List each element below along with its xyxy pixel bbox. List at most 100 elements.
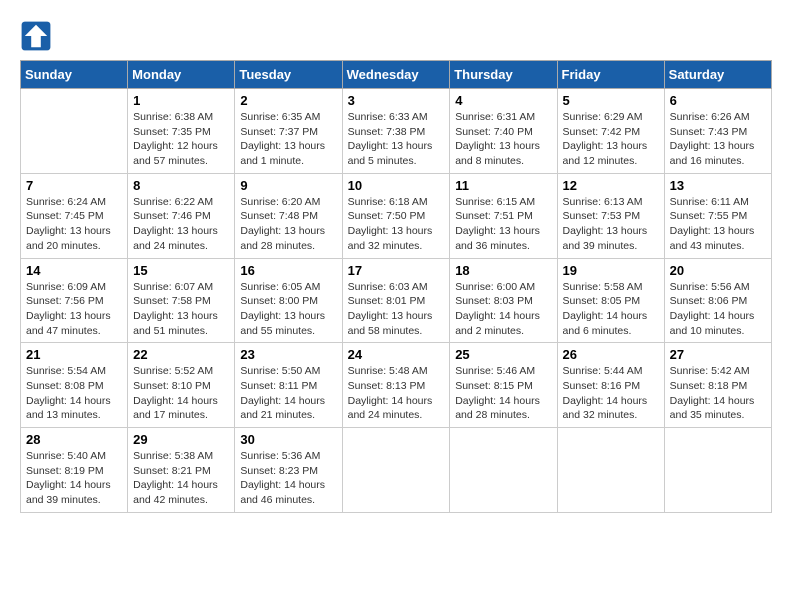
- calendar-cell: 26 Sunrise: 5:44 AM Sunset: 8:16 PM Dayli…: [557, 343, 664, 428]
- day-number: 15: [133, 263, 229, 278]
- calendar-table: SundayMondayTuesdayWednesdayThursdayFrid…: [20, 60, 772, 513]
- calendar-cell: 19 Sunrise: 5:58 AM Sunset: 8:05 PM Dayli…: [557, 258, 664, 343]
- cell-text: Sunrise: 5:42 AM Sunset: 8:18 PM Dayligh…: [670, 365, 755, 421]
- cell-text: Sunrise: 6:26 AM Sunset: 7:43 PM Dayligh…: [670, 111, 755, 167]
- calendar-cell: [342, 428, 450, 513]
- calendar-cell: 6 Sunrise: 6:26 AM Sunset: 7:43 PM Daylig…: [664, 89, 771, 174]
- calendar-cell: 14 Sunrise: 6:09 AM Sunset: 7:56 PM Dayli…: [21, 258, 128, 343]
- calendar-cell: 3 Sunrise: 6:33 AM Sunset: 7:38 PM Daylig…: [342, 89, 450, 174]
- calendar-week-row: 28Sunrise: 5:40 AM Sunset: 8:19 PM Dayli…: [21, 428, 772, 513]
- day-number: 17: [348, 263, 445, 278]
- calendar-cell: 8 Sunrise: 6:22 AM Sunset: 7:46 PM Daylig…: [128, 173, 235, 258]
- calendar-cell: 21 Sunrise: 5:54 AM Sunset: 8:08 PM Dayli…: [21, 343, 128, 428]
- day-number: 14: [26, 263, 122, 278]
- day-number: 1: [133, 93, 229, 108]
- cell-text: Sunrise: 5:54 AM Sunset: 8:08 PM Dayligh…: [26, 365, 111, 421]
- logo-icon: [20, 20, 52, 52]
- calendar-cell: 20 Sunrise: 5:56 AM Sunset: 8:06 PM Dayli…: [664, 258, 771, 343]
- cell-text: Sunrise: 5:58 AM Sunset: 8:05 PM Dayligh…: [563, 281, 648, 337]
- calendar-header-sunday: Sunday: [21, 61, 128, 89]
- cell-text: Sunrise: 6:38 AM Sunset: 7:35 PM Dayligh…: [133, 111, 218, 167]
- day-number: 2: [240, 93, 336, 108]
- calendar-cell: 29 Sunrise: 5:38 AM Sunset: 8:21 PM Dayli…: [128, 428, 235, 513]
- cell-text: Sunrise: 6:03 AM Sunset: 8:01 PM Dayligh…: [348, 281, 433, 337]
- calendar-cell: 18Sunrise: 6:00 AM Sunset: 8:03 PM Dayli…: [450, 258, 557, 343]
- day-number: 28: [26, 432, 122, 447]
- calendar-cell: 11Sunrise: 6:15 AM Sunset: 7:51 PM Dayli…: [450, 173, 557, 258]
- day-number: 8: [133, 178, 229, 193]
- cell-text: Sunrise: 5:50 AM Sunset: 8:11 PM Dayligh…: [240, 365, 325, 421]
- calendar-week-row: 1 Sunrise: 6:38 AM Sunset: 7:35 PM Daylig…: [21, 89, 772, 174]
- cell-text: Sunrise: 6:09 AM Sunset: 7:56 PM Dayligh…: [26, 281, 111, 337]
- calendar-cell: 9Sunrise: 6:20 AM Sunset: 7:48 PM Daylig…: [235, 173, 342, 258]
- page-header: [20, 20, 772, 52]
- calendar-cell: 16 Sunrise: 6:05 AM Sunset: 8:00 PM Dayli…: [235, 258, 342, 343]
- cell-text: Sunrise: 6:33 AM Sunset: 7:38 PM Dayligh…: [348, 111, 433, 167]
- calendar-cell: 15Sunrise: 6:07 AM Sunset: 7:58 PM Dayli…: [128, 258, 235, 343]
- calendar-cell: 30 Sunrise: 5:36 AM Sunset: 8:23 PM Dayli…: [235, 428, 342, 513]
- day-number: 20: [670, 263, 766, 278]
- day-number: 12: [563, 178, 659, 193]
- calendar-cell: 13Sunrise: 6:11 AM Sunset: 7:55 PM Dayli…: [664, 173, 771, 258]
- calendar-header-thursday: Thursday: [450, 61, 557, 89]
- day-number: 7: [26, 178, 122, 193]
- day-number: 19: [563, 263, 659, 278]
- cell-text: Sunrise: 5:46 AM Sunset: 8:15 PM Dayligh…: [455, 365, 540, 421]
- cell-text: Sunrise: 6:18 AM Sunset: 7:50 PM Dayligh…: [348, 196, 433, 252]
- cell-text: Sunrise: 5:56 AM Sunset: 8:06 PM Dayligh…: [670, 281, 755, 337]
- calendar-cell: 2 Sunrise: 6:35 AM Sunset: 7:37 PM Daylig…: [235, 89, 342, 174]
- calendar-week-row: 21 Sunrise: 5:54 AM Sunset: 8:08 PM Dayli…: [21, 343, 772, 428]
- calendar-cell: 17 Sunrise: 6:03 AM Sunset: 8:01 PM Dayli…: [342, 258, 450, 343]
- calendar-cell: [557, 428, 664, 513]
- cell-text: Sunrise: 5:36 AM Sunset: 8:23 PM Dayligh…: [240, 450, 325, 506]
- calendar-header-wednesday: Wednesday: [342, 61, 450, 89]
- day-number: 5: [563, 93, 659, 108]
- day-number: 16: [240, 263, 336, 278]
- day-number: 27: [670, 347, 766, 362]
- day-number: 24: [348, 347, 445, 362]
- calendar-cell: 25Sunrise: 5:46 AM Sunset: 8:15 PM Dayli…: [450, 343, 557, 428]
- cell-text: Sunrise: 6:05 AM Sunset: 8:00 PM Dayligh…: [240, 281, 325, 337]
- calendar-header-friday: Friday: [557, 61, 664, 89]
- day-number: 30: [240, 432, 336, 447]
- calendar-cell: 10 Sunrise: 6:18 AM Sunset: 7:50 PM Dayli…: [342, 173, 450, 258]
- calendar-cell: 24 Sunrise: 5:48 AM Sunset: 8:13 PM Dayli…: [342, 343, 450, 428]
- day-number: 10: [348, 178, 445, 193]
- calendar-cell: 1 Sunrise: 6:38 AM Sunset: 7:35 PM Daylig…: [128, 89, 235, 174]
- calendar-header-saturday: Saturday: [664, 61, 771, 89]
- day-number: 23: [240, 347, 336, 362]
- day-number: 22: [133, 347, 229, 362]
- cell-text: Sunrise: 6:13 AM Sunset: 7:53 PM Dayligh…: [563, 196, 648, 252]
- calendar-header-tuesday: Tuesday: [235, 61, 342, 89]
- calendar-week-row: 7 Sunrise: 6:24 AM Sunset: 7:45 PM Daylig…: [21, 173, 772, 258]
- logo: [20, 20, 56, 52]
- cell-text: Sunrise: 5:48 AM Sunset: 8:13 PM Dayligh…: [348, 365, 433, 421]
- calendar-week-row: 14 Sunrise: 6:09 AM Sunset: 7:56 PM Dayli…: [21, 258, 772, 343]
- cell-text: Sunrise: 6:35 AM Sunset: 7:37 PM Dayligh…: [240, 111, 325, 167]
- cell-text: Sunrise: 5:38 AM Sunset: 8:21 PM Dayligh…: [133, 450, 218, 506]
- cell-text: Sunrise: 6:24 AM Sunset: 7:45 PM Dayligh…: [26, 196, 111, 252]
- calendar-cell: 4Sunrise: 6:31 AM Sunset: 7:40 PM Daylig…: [450, 89, 557, 174]
- calendar-header-row: SundayMondayTuesdayWednesdayThursdayFrid…: [21, 61, 772, 89]
- day-number: 3: [348, 93, 445, 108]
- calendar-cell: 27 Sunrise: 5:42 AM Sunset: 8:18 PM Dayli…: [664, 343, 771, 428]
- cell-text: Sunrise: 6:00 AM Sunset: 8:03 PM Dayligh…: [455, 281, 540, 337]
- calendar-cell: 12 Sunrise: 6:13 AM Sunset: 7:53 PM Dayli…: [557, 173, 664, 258]
- calendar-cell: [450, 428, 557, 513]
- calendar-header-monday: Monday: [128, 61, 235, 89]
- day-number: 26: [563, 347, 659, 362]
- cell-text: Sunrise: 5:52 AM Sunset: 8:10 PM Dayligh…: [133, 365, 218, 421]
- cell-text: Sunrise: 5:44 AM Sunset: 8:16 PM Dayligh…: [563, 365, 648, 421]
- day-number: 11: [455, 178, 551, 193]
- calendar-cell: 22 Sunrise: 5:52 AM Sunset: 8:10 PM Dayli…: [128, 343, 235, 428]
- calendar-cell: 23 Sunrise: 5:50 AM Sunset: 8:11 PM Dayli…: [235, 343, 342, 428]
- cell-text: Sunrise: 6:22 AM Sunset: 7:46 PM Dayligh…: [133, 196, 218, 252]
- calendar-cell: 5Sunrise: 6:29 AM Sunset: 7:42 PM Daylig…: [557, 89, 664, 174]
- day-number: 29: [133, 432, 229, 447]
- calendar-cell: 7 Sunrise: 6:24 AM Sunset: 7:45 PM Daylig…: [21, 173, 128, 258]
- calendar-cell: [664, 428, 771, 513]
- cell-text: Sunrise: 6:31 AM Sunset: 7:40 PM Dayligh…: [455, 111, 540, 167]
- day-number: 21: [26, 347, 122, 362]
- cell-text: Sunrise: 6:11 AM Sunset: 7:55 PM Dayligh…: [670, 196, 755, 252]
- day-number: 6: [670, 93, 766, 108]
